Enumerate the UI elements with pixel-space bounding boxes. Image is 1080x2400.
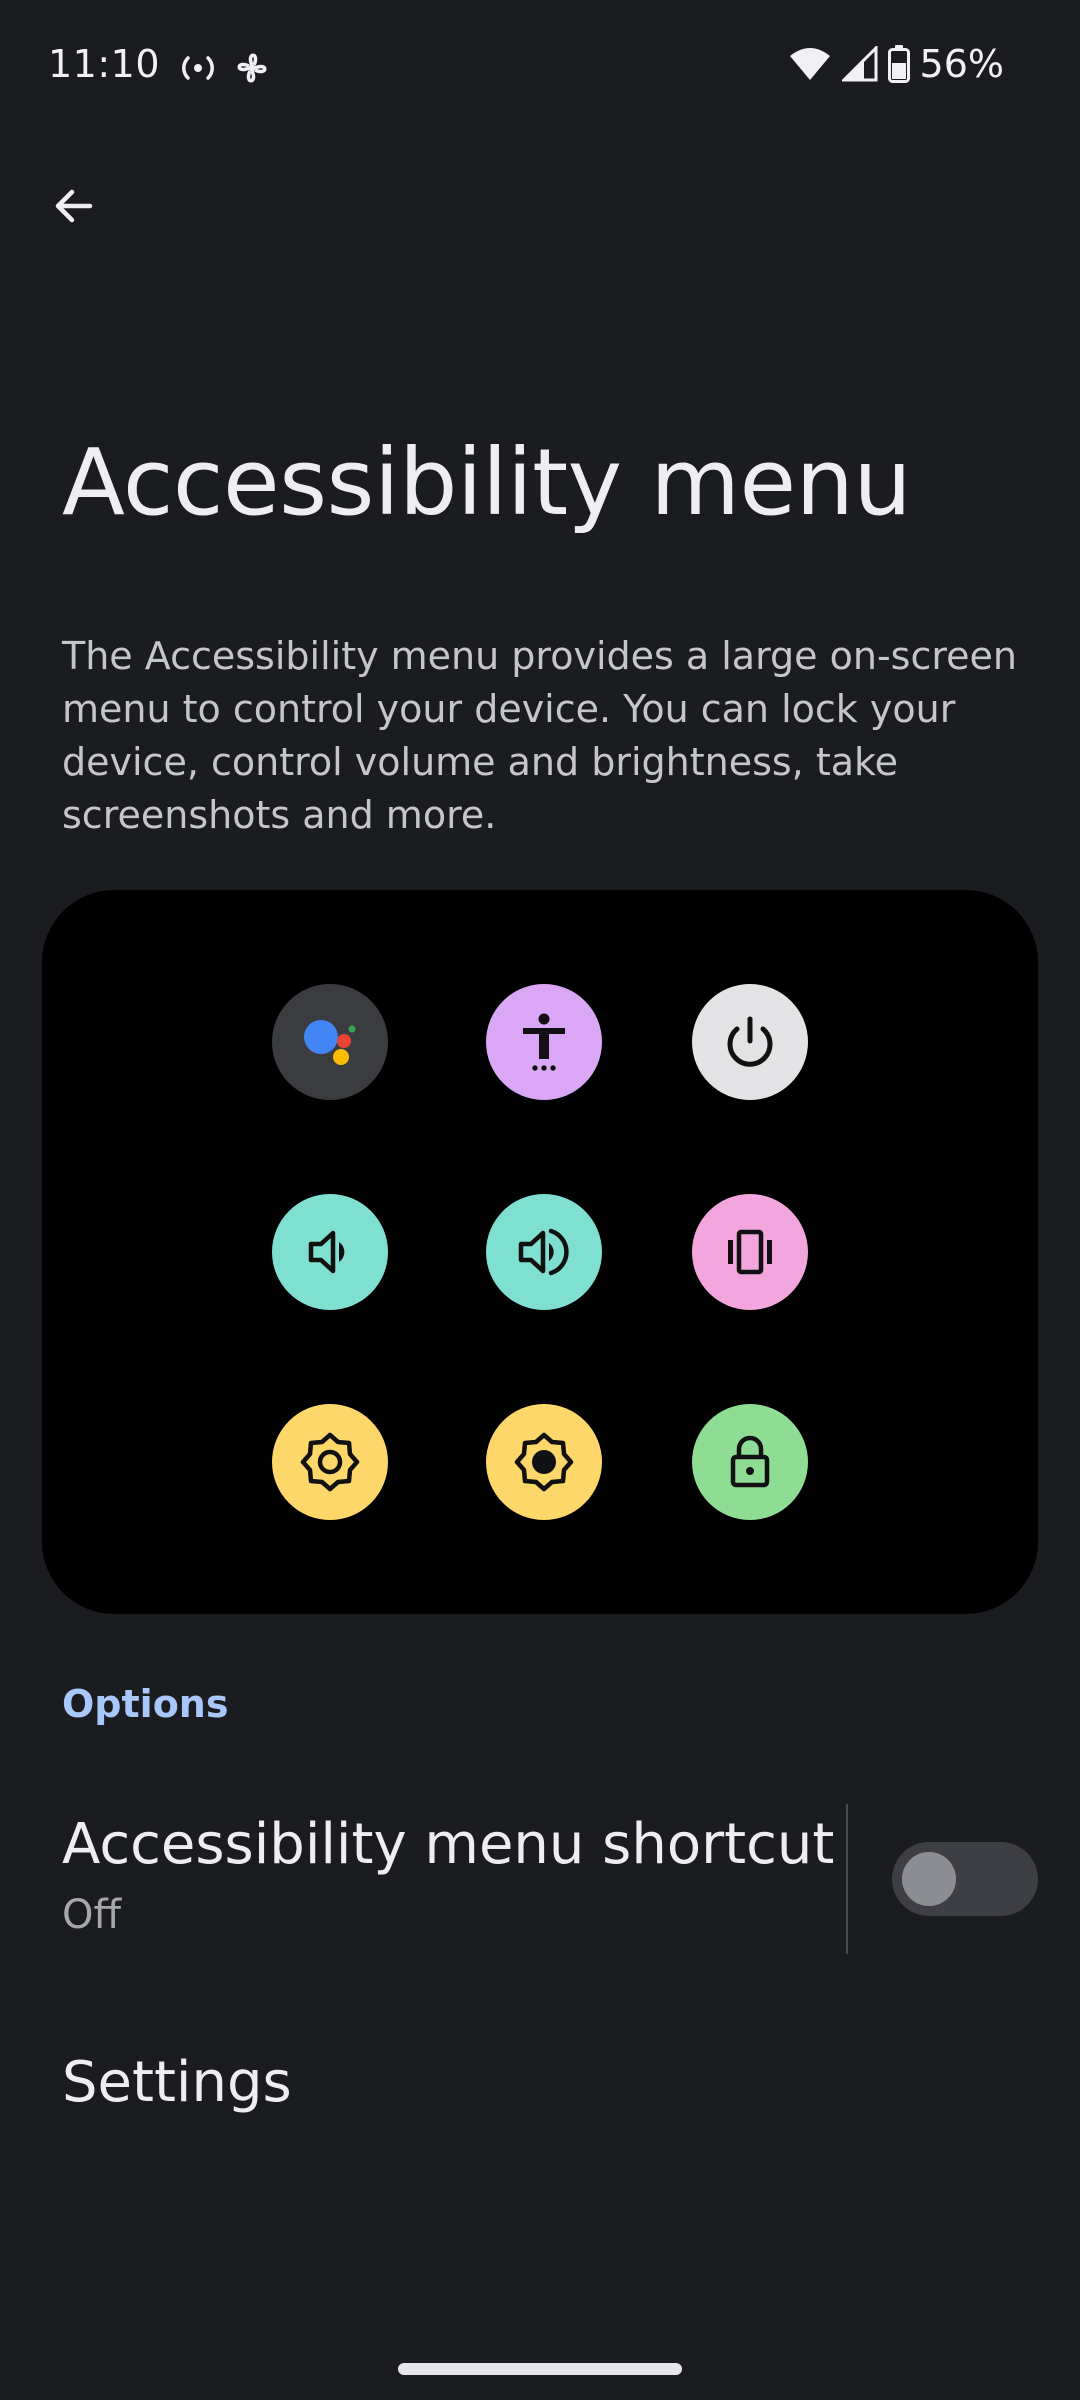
fan-icon <box>237 53 267 83</box>
lock-icon <box>730 1435 770 1488</box>
wifi-icon <box>789 48 830 80</box>
accessibility-menu-shortcut-row[interactable]: Accessibility menu shortcut Off <box>0 1790 1080 1960</box>
shortcut-status: Off <box>62 1892 122 1938</box>
vibrate-icon <box>728 1229 772 1275</box>
tile-vibrate <box>692 1194 808 1310</box>
status-bar: 11:10 56% <box>0 0 1080 136</box>
tile-power <box>692 984 808 1100</box>
page-description: The Accessibility menu provides a large … <box>62 634 1017 837</box>
tile-accessibility-settings <box>486 984 602 1100</box>
toggle-thumb <box>902 1852 956 1906</box>
volume-up-icon <box>518 1228 569 1276</box>
shortcut-toggle[interactable] <box>892 1842 1038 1916</box>
power-icon <box>727 1016 773 1067</box>
battery-icon <box>887 45 910 83</box>
page-title: Accessibility menu <box>62 429 912 536</box>
tile-lock <box>692 1404 808 1520</box>
tile-volume-up <box>486 1194 602 1310</box>
tile-brightness-up <box>486 1404 602 1520</box>
tile-brightness-down <box>272 1404 388 1520</box>
accessibility-settings-icon <box>523 1013 565 1071</box>
cell-signal-icon <box>841 46 878 82</box>
tile-volume-down <box>272 1194 388 1310</box>
home-indicator[interactable] <box>398 2363 682 2375</box>
battery-percentage: 56% <box>919 42 1004 86</box>
brightness-down-icon <box>300 1432 360 1492</box>
options-section-header: Options <box>62 1682 229 1726</box>
vertical-divider <box>846 1804 848 1954</box>
google-assistant-icon <box>304 1020 356 1065</box>
arrow-back-icon <box>55 189 93 223</box>
brightness-up-icon <box>514 1432 574 1492</box>
settings-row[interactable]: Settings <box>0 2020 1080 2140</box>
hotspot-icon <box>182 56 214 80</box>
accessibility-menu-preview <box>42 890 1038 1614</box>
tile-google-assistant <box>272 984 388 1100</box>
shortcut-title: Accessibility menu shortcut <box>62 1812 835 1877</box>
back-button[interactable] <box>36 168 112 244</box>
settings-label: Settings <box>62 2050 292 2115</box>
status-time: 11:10 <box>48 42 161 86</box>
volume-down-icon <box>308 1230 345 1274</box>
